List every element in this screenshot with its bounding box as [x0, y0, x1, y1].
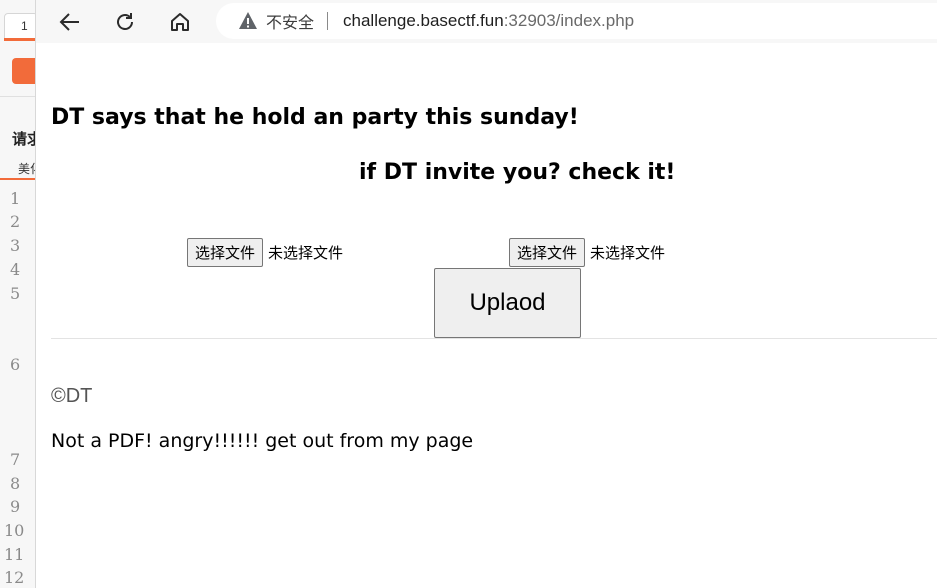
line-number: 10: [4, 521, 25, 540]
line-number: 11: [4, 545, 25, 564]
home-icon[interactable]: [166, 8, 194, 36]
line-number: 8: [10, 474, 21, 493]
error-message: Not a PDF! angry!!!!!! get out from my p…: [51, 430, 474, 452]
background-tab[interactable]: 1: [4, 13, 38, 39]
url-path: :32903/index.php: [503, 11, 635, 30]
refresh-icon[interactable]: [111, 8, 139, 36]
upload-button[interactable]: Uplaod: [434, 268, 581, 338]
line-number: 5: [10, 284, 21, 303]
choose-file-button[interactable]: 选择文件: [187, 238, 264, 267]
browser-window: 不安全 challenge.basectf.fun:32903/index.ph…: [35, 0, 937, 588]
line-number: 7: [10, 450, 21, 469]
line-number: 1: [10, 189, 21, 208]
file-status: 未选择文件: [268, 244, 344, 262]
url-host: challenge.basectf.fun: [343, 11, 504, 30]
line-number: 3: [10, 236, 21, 255]
back-icon[interactable]: [56, 8, 84, 36]
horizontal-rule: [51, 338, 937, 339]
line-number: 4: [10, 260, 21, 279]
choose-file-button[interactable]: 选择文件: [509, 238, 586, 267]
line-number: 2: [10, 212, 21, 231]
line-number: 9: [10, 497, 21, 516]
security-label[interactable]: 不安全: [266, 9, 314, 33]
background-app-panel: 1 请求 美化 1 2 3 4 5 6 7 8 9 10 11 12: [0, 0, 40, 588]
address-separator: [327, 12, 329, 30]
address-bar[interactable]: 不安全 challenge.basectf.fun:32903/index.ph…: [216, 3, 937, 39]
warning-icon[interactable]: [238, 11, 258, 31]
file-status: 未选择文件: [590, 244, 666, 262]
background-subtab-indicator: [0, 178, 39, 180]
line-number: 6: [10, 355, 21, 374]
file-input-2[interactable]: 选择文件 未选择文件: [509, 238, 665, 267]
browser-toolbar: 不安全 challenge.basectf.fun:32903/index.ph…: [36, 0, 937, 43]
page-subheading: if DT invite you? check it!: [359, 160, 676, 185]
background-divider: [0, 96, 39, 97]
page-heading: DT says that he hold an party this sunda…: [51, 105, 579, 130]
line-number: 12: [4, 568, 25, 587]
file-input-1[interactable]: 选择文件 未选择文件: [187, 238, 343, 267]
copyright-text: ©DT: [51, 385, 93, 407]
page-content: DT says that he hold an party this sunda…: [36, 43, 937, 588]
background-tab-label: 1: [21, 19, 28, 33]
